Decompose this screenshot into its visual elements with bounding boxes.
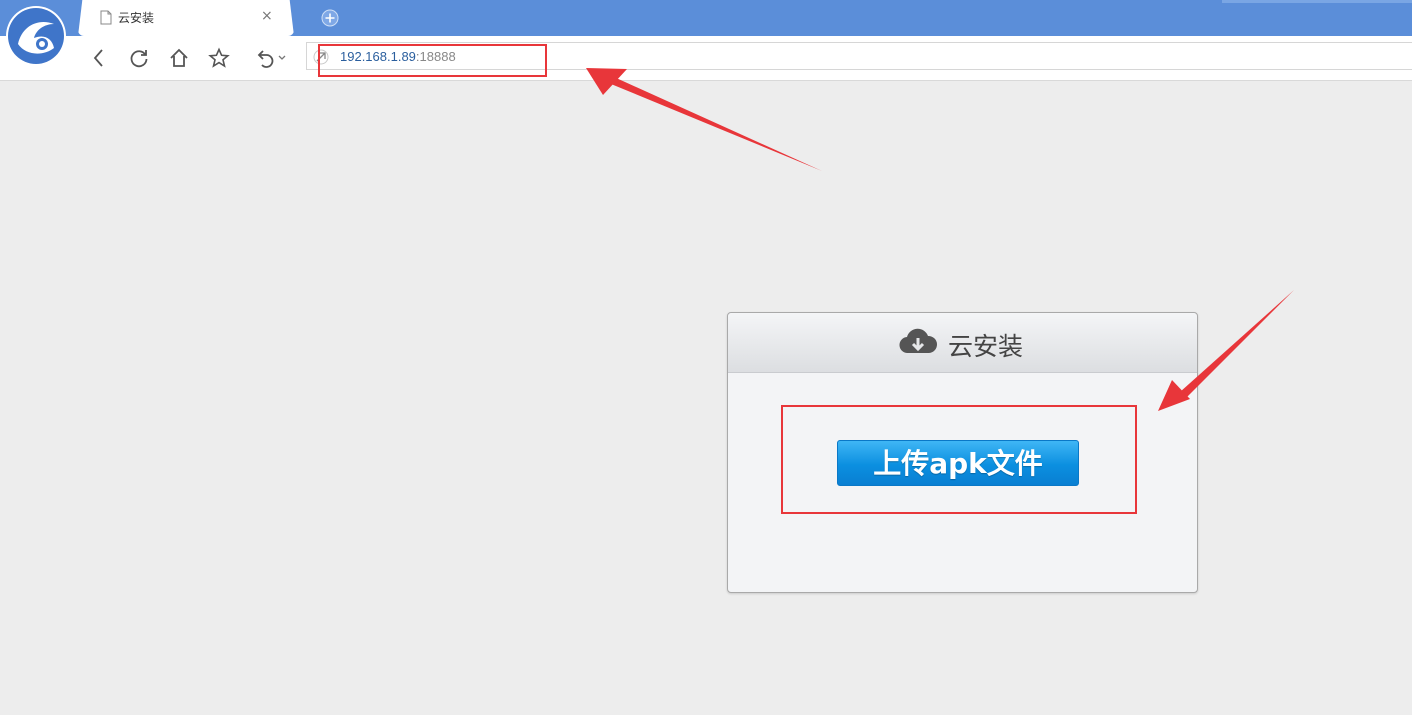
new-tab-icon[interactable] [321,9,339,27]
tab-title: 云安装 [118,11,155,25]
back-icon[interactable] [88,47,110,69]
url-arrow [586,68,822,171]
star-icon[interactable] [208,47,230,69]
annotation-arrows [586,68,1294,411]
panel-header: 云安装 [728,313,1197,373]
navigation-toolbar: 192.168.1.89:18888 [0,36,1412,81]
reload-icon[interactable] [128,47,150,69]
browser-window: 云安装 × 192.168.1.89:18888 云安装 上传apk文件 [0,0,1412,715]
title-bar-highlight [1222,0,1412,3]
document-icon [100,10,112,25]
tab-strip: 云安装 × [0,0,1412,36]
uc-browser-logo-icon[interactable] [4,4,68,68]
browser-tab[interactable]: 云安装 × [78,0,294,36]
button-highlight-box [781,405,1137,514]
cloud-download-icon [899,328,938,354]
panel-title: 云安装 [948,332,1024,361]
url-highlight-box [318,44,547,77]
undo-icon[interactable] [254,47,288,69]
home-icon[interactable] [168,47,190,69]
tab-close-button[interactable]: × [261,8,273,24]
